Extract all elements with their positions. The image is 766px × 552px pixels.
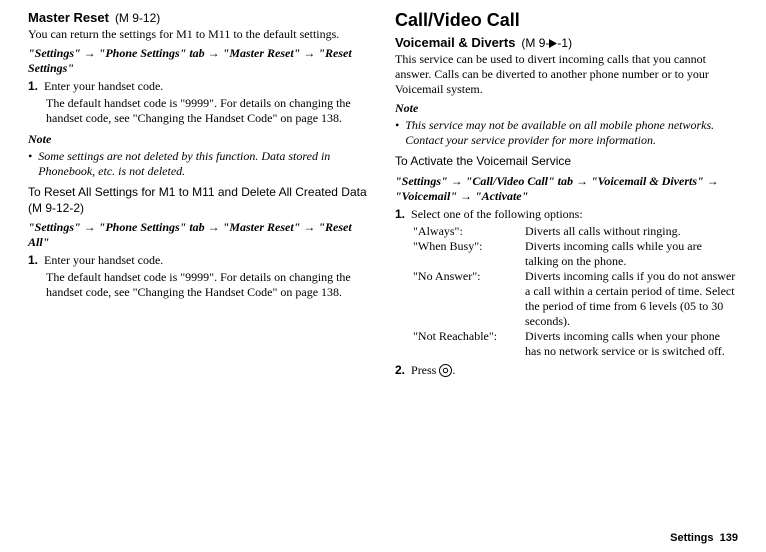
note-item: • Some settings are not deleted by this … xyxy=(28,149,371,179)
left-column: Master Reset (M 9-12) You can return the… xyxy=(28,10,371,380)
step-text: Enter your handset code. xyxy=(44,79,163,94)
step2-suffix: . xyxy=(452,363,455,377)
master-reset-step1-sub: The default handset code is "9999". For … xyxy=(46,96,371,126)
option-value: Diverts incoming calls when your phone h… xyxy=(525,329,738,359)
bullet-icon: • xyxy=(395,118,399,148)
step-number: 1. xyxy=(395,207,405,222)
reset-all-heading: To Reset All Settings for M1 to M11 and … xyxy=(28,185,371,216)
step-text: Enter your handset code. xyxy=(44,253,163,268)
option-key: "Always": xyxy=(413,224,525,239)
master-reset-intro: You can return the settings for M1 to M1… xyxy=(28,27,371,42)
master-reset-menuref: (M 9-12) xyxy=(115,11,160,25)
option-key: "When Busy": xyxy=(413,239,525,254)
option-row: "No Answer": Diverts incoming calls if y… xyxy=(413,269,738,329)
page: Master Reset (M 9-12) You can return the… xyxy=(0,0,766,386)
option-row: "Not Reachable": Diverts incoming calls … xyxy=(413,329,738,359)
step-text: Press . xyxy=(411,363,455,378)
master-reset-title: Master Reset xyxy=(28,10,109,25)
step-text: Select one of the following options: xyxy=(411,207,583,222)
menuref-suffix: -1) xyxy=(557,36,572,50)
footer-page: 139 xyxy=(720,532,738,544)
option-value: Diverts all calls without ringing. xyxy=(525,224,738,239)
note-text: Some settings are not deleted by this fu… xyxy=(38,149,371,179)
reset-all-navpath: "Settings" → "Phone Settings" tab → "Mas… xyxy=(28,220,371,250)
vm-step1: 1. Select one of the following options: xyxy=(395,207,738,222)
vm-step2: 2. Press . xyxy=(395,363,738,378)
vm-note-label: Note xyxy=(395,101,738,116)
divert-options: "Always": Diverts all calls without ring… xyxy=(413,224,738,359)
step2-prefix: Press xyxy=(411,363,439,377)
reset-all-menuref: (M 9-12-2) xyxy=(28,201,84,215)
vm-note-item: • This service may not be available on a… xyxy=(395,118,738,148)
reset-all-step1: 1. Enter your handset code. xyxy=(28,253,371,268)
call-video-section: Call/Video Call xyxy=(395,10,738,31)
page-footer: Settings 139 xyxy=(670,532,738,544)
step-number: 2. xyxy=(395,363,405,378)
footer-label: Settings xyxy=(670,532,713,544)
option-value: Diverts incoming calls while you are tal… xyxy=(525,239,738,269)
bullet-icon: • xyxy=(28,149,32,179)
right-column: Call/Video Call Voicemail & Diverts (M 9… xyxy=(395,10,738,380)
voicemail-intro: This service can be used to divert incom… xyxy=(395,52,738,97)
master-reset-navpath: "Settings" → "Phone Settings" tab → "Mas… xyxy=(28,46,371,76)
voicemail-heading: Voicemail & Diverts (M 9- -1) xyxy=(395,35,738,50)
option-key: "No Answer": xyxy=(413,269,525,284)
voicemail-menuref: (M 9- -1) xyxy=(521,36,572,50)
option-key: "Not Reachable": xyxy=(413,329,525,344)
option-row: "When Busy": Diverts incoming calls whil… xyxy=(413,239,738,269)
note-label: Note xyxy=(28,132,371,147)
option-row: "Always": Diverts all calls without ring… xyxy=(413,224,738,239)
voicemail-title: Voicemail & Diverts xyxy=(395,35,515,50)
center-key-icon xyxy=(439,364,452,377)
option-value: Diverts incoming calls if you do not ans… xyxy=(525,269,738,329)
master-reset-step1: 1. Enter your handset code. xyxy=(28,79,371,94)
menuref-prefix: (M 9- xyxy=(521,36,549,50)
step-number: 1. xyxy=(28,253,38,268)
vm-note-text: This service may not be available on all… xyxy=(405,118,738,148)
reset-all-title: To Reset All Settings for M1 to M11 and … xyxy=(28,185,367,199)
activate-subhead: To Activate the Voicemail Service xyxy=(395,154,738,170)
master-reset-heading: Master Reset (M 9-12) xyxy=(28,10,371,25)
voicemail-navpath: "Settings" → "Call/Video Call" tab → "Vo… xyxy=(395,174,738,204)
step-number: 1. xyxy=(28,79,38,94)
reset-all-step1-sub: The default handset code is "9999". For … xyxy=(46,270,371,300)
